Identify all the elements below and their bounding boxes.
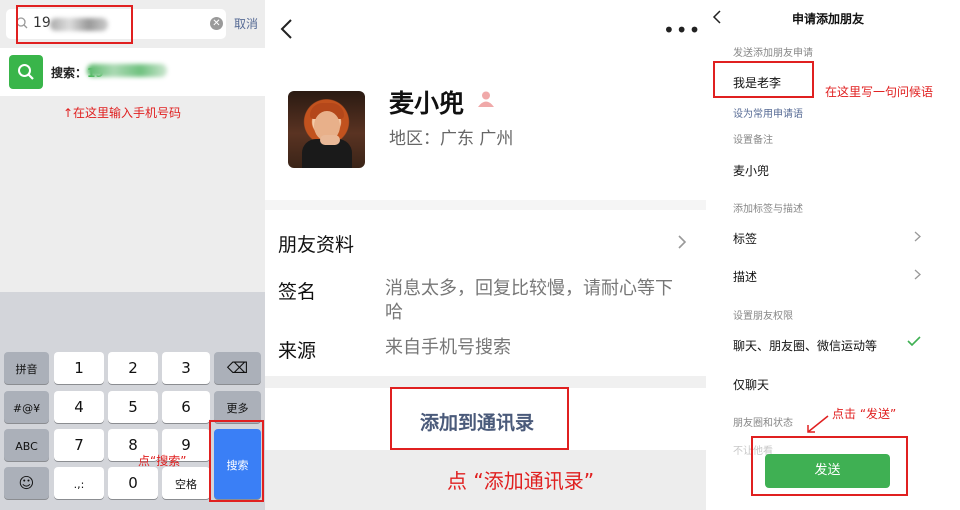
key-7[interactable]: 7 [54,429,104,461]
set-common-link[interactable]: 设为常用申请语 [733,105,803,120]
highlight-add-button [390,387,569,450]
cancel-button[interactable]: 取消 [234,15,258,32]
avatar[interactable] [288,91,365,168]
remark-input[interactable]: 麦小兜 [733,162,769,179]
permission-all-option[interactable]: 聊天、朋友圈、微信运动等 [733,337,877,354]
key-emoji[interactable]: ☺ [4,467,49,499]
highlight-send-button [751,436,908,496]
key-symbols[interactable]: #@¥ [4,391,49,423]
search-phone-panel: 19 ✕ 取消 搜索：19 ↑在这里输入手机号码 拼音 #@¥ ABC ☺ 1 … [0,0,265,510]
chevron-right-icon [678,235,687,249]
key-0[interactable]: 0 [108,467,158,499]
profile-header: ••• 麦小兜 地区：广东 广州 [265,0,706,210]
key-backspace[interactable]: ⌫ [214,352,261,384]
search-result-row[interactable]: 搜索：19 [0,48,265,96]
profile-panel: ••• 麦小兜 地区：广东 广州 朋友资料 签名 消息太多，回复比较慢，请耐心等… [265,0,706,510]
signature-label: 签名 [278,281,317,303]
hint-tap-send: 点击 “发送” [832,407,897,421]
search-result-icon [9,55,43,89]
person-gender-icon [478,91,494,107]
key-1[interactable]: 1 [54,352,104,384]
check-icon [907,336,921,346]
section-tags-label: 添加标签与描述 [733,204,803,215]
section-moments-label: 朋友圈和状态 [733,418,793,429]
contact-nickname: 麦小兜 [389,89,465,118]
key-2[interactable]: 2 [108,352,158,384]
more-icon[interactable]: ••• [663,18,701,42]
back-icon[interactable] [712,10,722,24]
friend-request-panel: 申请添加朋友 发送添加朋友申请 我是老李 在这里写一句问候语 设为常用申请语 设… [706,0,960,510]
key-punctuation[interactable]: .,: [54,467,104,499]
search-icon [18,64,34,80]
source-value: 来自手机号搜索 [385,337,511,358]
tags-label: 标签 [733,232,758,246]
key-5[interactable]: 5 [108,391,158,423]
section-permission-label: 设置朋友权限 [733,311,793,322]
key-abc[interactable]: ABC [4,429,49,461]
clear-icon[interactable]: ✕ [210,17,223,30]
arrow-icon [807,415,829,433]
page-title: 申请添加朋友 [792,12,865,26]
backspace-icon: ⌫ [226,359,249,377]
highlight-search-key [209,420,264,502]
description-label: 描述 [733,270,758,284]
chevron-right-icon [914,269,921,280]
contact-region: 地区：广东 广州 [389,129,514,149]
key-6[interactable]: 6 [162,391,210,423]
blurred-phone-number [87,64,167,77]
section-remark-label: 设置备注 [733,135,773,146]
hint-tap-search: 点“搜索” [138,454,187,468]
hint-tap-add: 点 “添加通讯录” [447,469,595,493]
hint-enter-phone: ↑在这里输入手机号码 [63,106,182,120]
chevron-right-icon [914,231,921,242]
key-pinyin[interactable]: 拼音 [4,352,49,384]
divider [265,200,706,210]
back-icon[interactable] [279,18,293,40]
signature-value: 消息太多，回复比较慢，请耐心等下哈 [385,278,673,323]
permission-chat-only-option[interactable]: 仅聊天 [733,376,769,393]
hint-write-greeting: 在这里写一句问候语 [825,85,934,99]
key-space[interactable]: 空格 [162,467,210,499]
key-more[interactable]: 更多 [214,391,261,423]
source-label: 来源 [278,340,317,362]
highlight-request-message [713,61,814,98]
key-3[interactable]: 3 [162,352,210,384]
friend-profile-label: 朋友资料 [278,234,355,256]
section-request-label: 发送添加朋友申请 [733,48,813,59]
highlight-search-input [16,5,133,44]
key-4[interactable]: 4 [54,391,104,423]
